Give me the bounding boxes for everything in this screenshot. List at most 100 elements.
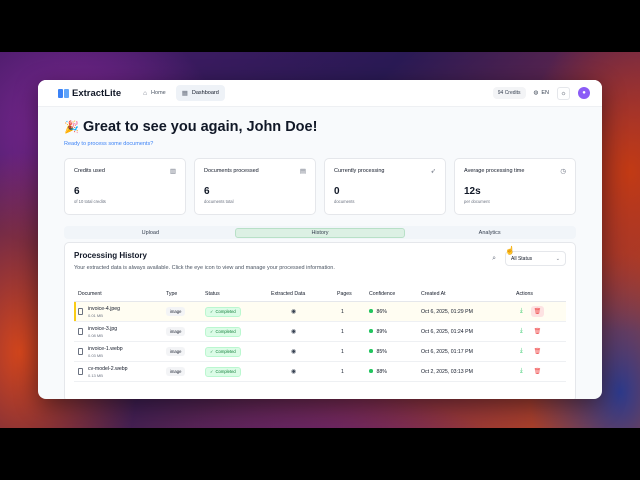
actions-cell: ⤓ 🗑 xyxy=(512,341,566,362)
pages-cell: 1 xyxy=(333,321,365,342)
table-row[interactable]: invoice-1.webp 0.03 MB image ✓ Completed … xyxy=(74,341,566,362)
actions-cell: ⤓ 🗑 xyxy=(512,321,566,342)
check-icon: ✓ xyxy=(210,349,214,354)
stat-title: Average processing time xyxy=(464,168,525,174)
actions-cell: ⤓ 🗑 xyxy=(512,301,566,322)
nav-home[interactable]: ⌂ Home xyxy=(137,85,172,101)
file-icon xyxy=(78,368,83,375)
download-icon[interactable]: ⤓ xyxy=(520,348,523,355)
created-cell: Oct 6, 2025, 01:17 PM xyxy=(417,341,512,362)
stat-card-credits: Credits used ▥ 6 of 10 total credits xyxy=(64,158,186,215)
document-cell: invoice-3.jpg 0.08 MB xyxy=(74,321,162,342)
pages-cell: 1 xyxy=(333,301,365,322)
extracted-data-cell: ◉ xyxy=(267,361,333,382)
status-label: Completed xyxy=(215,369,236,374)
column-header: Status xyxy=(201,288,267,302)
user-avatar[interactable]: ● xyxy=(578,87,590,99)
app-window: ExtractLite ⌂ Home ▦ Dashboard 94 Credit… xyxy=(38,80,602,399)
delete-button[interactable]: 🗑 xyxy=(531,346,545,357)
stat-caption: of 10 total credits xyxy=(74,199,106,204)
nav-dashboard[interactable]: ▦ Dashboard xyxy=(175,85,225,101)
type-cell: image xyxy=(162,341,201,362)
document-name: invoice-1.webp xyxy=(88,345,123,352)
confidence-value: 88% xyxy=(376,368,387,375)
document-name: cv-model-2.webp xyxy=(88,365,128,372)
delete-button[interactable]: 🗑 xyxy=(531,366,545,377)
table-row[interactable]: invoice-4.jpeg 0.01 MB image ✓ Completed … xyxy=(74,301,566,322)
greeting-text: Great to see you again, John Doe! xyxy=(82,119,318,135)
stat-card-documents: Documents processed ▤ 6 documents total xyxy=(194,158,316,215)
file-icon xyxy=(78,348,83,355)
stat-card-processing: Currently processing ➶ 0 documents xyxy=(324,158,446,215)
eye-icon[interactable]: ◉ xyxy=(291,369,296,375)
eye-icon[interactable]: ◉ xyxy=(291,329,296,335)
document-cell: cv-model-2.webp 0.13 MB xyxy=(74,361,162,382)
language-switcher[interactable]: ◍ EN xyxy=(534,90,549,96)
document-cell: invoice-4.jpeg 0.01 MB xyxy=(74,301,162,322)
row-actions: ⤓ 🗑 xyxy=(516,346,566,357)
stat-title: Credits used xyxy=(74,168,105,174)
document-info: invoice-4.jpeg 0.01 MB xyxy=(78,306,162,318)
user-icon: ● xyxy=(582,90,586,96)
actions-cell: ⤓ 🗑 xyxy=(512,361,566,382)
confidence-cell: 85% xyxy=(365,341,417,362)
document-text: cv-model-2.webp 0.13 MB xyxy=(88,366,128,378)
type-badge: image xyxy=(166,366,186,376)
page-title: 🎉 Great to see you again, John Doe! xyxy=(64,119,576,135)
top-navbar: ExtractLite ⌂ Home ▦ Dashboard 94 Credit… xyxy=(38,80,602,107)
delete-button[interactable]: 🗑 xyxy=(530,306,545,317)
trash-icon: 🗑 xyxy=(533,309,542,315)
status-cell: ✓ Completed xyxy=(201,361,267,382)
status-badge: ✓ Completed xyxy=(205,346,241,357)
stat-value: 6 xyxy=(74,186,80,197)
delete-button[interactable]: 🗑 xyxy=(531,326,545,337)
status-cell: ✓ Completed xyxy=(201,321,267,342)
credits-badge[interactable]: 94 Credits xyxy=(492,87,526,99)
stat-card-avg-time: Average processing time ◷ 12s per docume… xyxy=(454,158,576,215)
document-cell: invoice-1.webp 0.03 MB xyxy=(74,341,162,362)
file-icon xyxy=(78,328,83,335)
document-info: invoice-1.webp 0.03 MB xyxy=(78,346,162,358)
table-row[interactable]: invoice-3.jpg 0.08 MB image ✓ Completed ◉… xyxy=(74,321,566,342)
app-logo[interactable]: ExtractLite xyxy=(58,88,121,99)
download-icon[interactable]: ⤓ xyxy=(520,368,523,375)
eye-icon[interactable]: ◉ xyxy=(291,309,296,315)
tab-history[interactable]: History xyxy=(234,227,406,238)
table-row[interactable]: cv-model-2.webp 0.13 MB image ✓ Completed… xyxy=(74,361,566,382)
document-size: 0.08 MB xyxy=(88,332,103,338)
column-header: Pages xyxy=(333,288,365,302)
history-table: Document Type Status Extracted Data Page… xyxy=(74,288,566,382)
party-popper-icon: 🎉 xyxy=(64,120,79,134)
type-badge: image xyxy=(166,306,186,316)
theme-toggle-button[interactable]: ☼ xyxy=(557,86,570,100)
tab-upload[interactable]: Upload xyxy=(66,228,235,238)
type-cell: image xyxy=(162,361,201,382)
column-header: Created At xyxy=(417,288,512,302)
confidence-dot xyxy=(369,329,373,333)
mouse-pointer-icon: ☝ xyxy=(505,246,515,255)
status-filter-value: All Status xyxy=(511,255,533,262)
language-label: EN xyxy=(541,90,549,96)
status-cell: ✓ Completed xyxy=(201,301,267,322)
file-icon xyxy=(78,308,83,315)
stat-caption: per document xyxy=(464,199,490,204)
book-icon xyxy=(58,88,69,98)
tab-analytics[interactable]: Analytics xyxy=(405,228,574,238)
status-label: Completed xyxy=(215,309,236,314)
trash-icon: 🗑 xyxy=(533,329,542,335)
dashboard-tabs: Upload History Analytics xyxy=(64,226,576,239)
rocket-icon: ➶ xyxy=(430,168,436,175)
stat-caption: documents xyxy=(334,199,355,204)
document-name: invoice-3.jpg xyxy=(88,325,118,332)
trash-icon: 🗑 xyxy=(533,349,542,355)
created-cell: Oct 6, 2025, 01:29 PM xyxy=(417,301,512,322)
column-header: Confidence xyxy=(365,288,417,302)
document-size: 0.13 MB xyxy=(88,372,103,378)
eye-icon[interactable]: ◉ xyxy=(291,349,296,355)
download-icon[interactable]: ⤓ xyxy=(520,328,523,335)
check-icon: ✓ xyxy=(210,309,214,314)
download-icon[interactable]: ⤓ xyxy=(520,308,523,315)
panel-tools: ⌕ All Status ⌄ xyxy=(492,251,566,266)
search-icon[interactable]: ⌕ xyxy=(492,255,496,263)
document-info: invoice-3.jpg 0.08 MB xyxy=(78,326,162,338)
